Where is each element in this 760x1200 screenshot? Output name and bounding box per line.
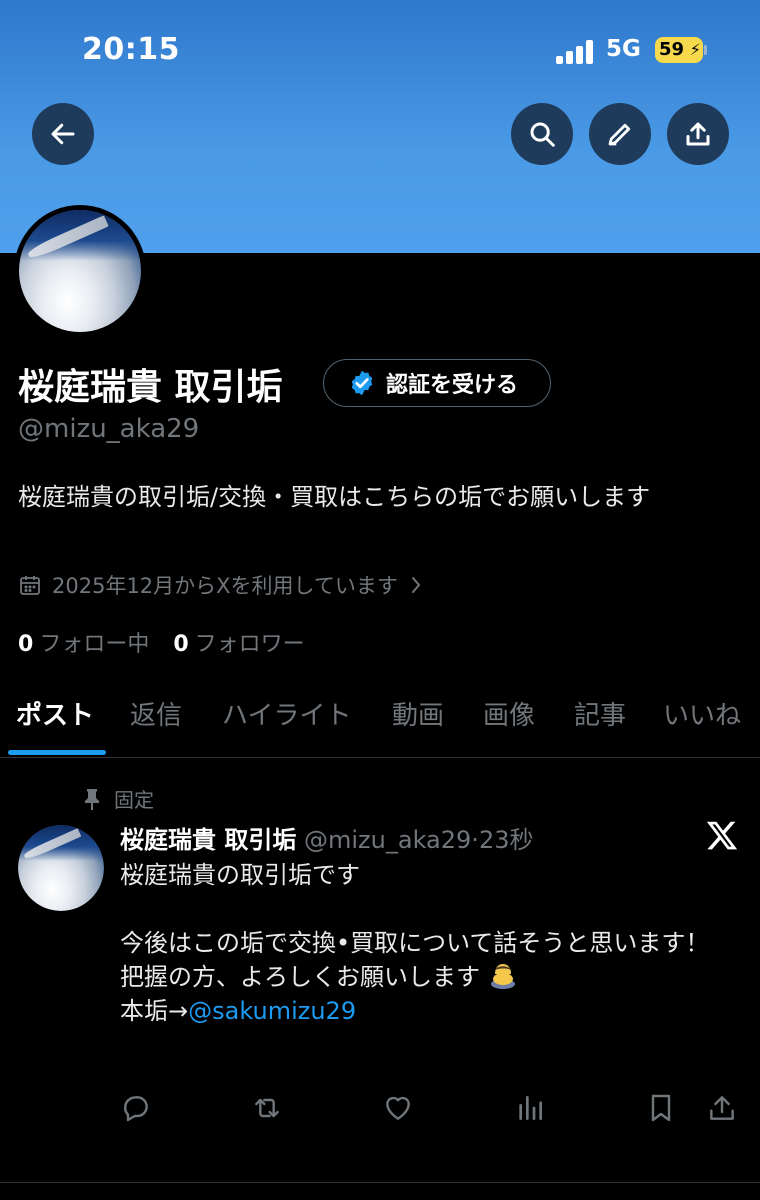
pencil-icon: [608, 123, 631, 146]
post-line-4-prefix: 本垢→: [120, 997, 189, 1025]
battery-level: 59: [659, 39, 685, 60]
followers-label: フォロワー: [194, 632, 305, 657]
arrow-left-icon: [51, 123, 75, 145]
share-upload-icon: [686, 122, 710, 146]
views-icon: [519, 1096, 542, 1120]
active-tab-indicator: [8, 750, 106, 755]
tab-photos[interactable]: 画像: [483, 692, 535, 758]
following-link[interactable]: 0 フォロー中: [18, 626, 149, 658]
share-button[interactable]: [667, 103, 729, 165]
search-icon: [530, 122, 555, 147]
share-icon: [710, 1096, 734, 1120]
repost-button[interactable]: [251, 1092, 287, 1128]
joined-label: 2025年12月からXを利用しています: [52, 574, 398, 598]
post-time[interactable]: 23秒: [479, 826, 534, 854]
post-line-3: 把握の方、よろしくお願いします: [120, 963, 480, 991]
mention-link[interactable]: @sakumizu29: [188, 997, 356, 1025]
bookmark-button[interactable]: [645, 1092, 681, 1128]
profile-name: 桜庭瑞貴 取引垢: [18, 367, 283, 408]
bowing-person-icon: [488, 960, 518, 990]
battery-icon: 59 ⚡: [655, 37, 703, 63]
back-button[interactable]: [32, 103, 94, 165]
post-header: 桜庭瑞貴 取引垢 @mizu_aka29·23秒: [120, 820, 533, 855]
profile-bio: 桜庭瑞貴の取引垢/交換・買取はこちらの垢でお願いします: [18, 483, 651, 511]
post-line-4: 本垢→@sakumizu29: [120, 994, 750, 1028]
tab-posts[interactable]: ポスト: [16, 692, 94, 758]
network-type: 5G: [606, 36, 641, 62]
pin-icon: [85, 788, 99, 810]
following-label: フォロー中: [39, 632, 150, 657]
charging-bolt-icon: ⚡: [689, 40, 701, 59]
post-author-handle[interactable]: @mizu_aka29: [304, 826, 471, 854]
search-button[interactable]: [511, 103, 573, 165]
divider: [0, 1182, 760, 1183]
verified-badge-icon: [351, 370, 373, 396]
verify-label: 認証を受ける: [386, 373, 519, 398]
post-line-3-wrap: 把握の方、よろしくお願いします: [120, 960, 750, 994]
reply-button[interactable]: [120, 1092, 156, 1128]
like-icon: [386, 1096, 410, 1120]
tab-videos[interactable]: 動画: [392, 692, 444, 758]
pinned-indicator: 固定: [82, 784, 154, 813]
battery-cap: [704, 45, 707, 55]
profile-avatar[interactable]: [14, 205, 146, 337]
views-button[interactable]: [514, 1092, 550, 1128]
tab-likes[interactable]: いいね: [663, 692, 741, 758]
post-actions: [0, 1092, 760, 1136]
bookmark-icon: [651, 1094, 671, 1122]
follow-stats: 0 フォロー中 0 フォロワー: [18, 626, 305, 658]
tab-highlights[interactable]: ハイライト: [222, 692, 351, 758]
post-text: 桜庭瑞貴の取引垢です 今後はこの垢で交換•買取について話そうと思います！ 把握の…: [120, 858, 750, 1028]
post-line-2: 今後はこの垢で交換•買取について話そうと思います！: [120, 929, 710, 957]
calendar-icon: [20, 576, 40, 595]
status-bar: 20:15 5G 59 ⚡: [0, 0, 760, 100]
signal-icon: [556, 40, 594, 64]
post-line-1: 桜庭瑞貴の取引垢です: [120, 861, 360, 889]
tab-articles[interactable]: 記事: [574, 692, 626, 758]
post-author-avatar[interactable]: [18, 825, 104, 911]
repost-icon: [255, 1098, 279, 1118]
followers-link[interactable]: 0 フォロワー: [173, 626, 304, 658]
tab-replies[interactable]: 返信: [130, 692, 182, 758]
pinned-label: 固定: [114, 788, 154, 812]
joined-date[interactable]: 2025年12月からXを利用しています: [18, 570, 424, 600]
following-count: 0: [18, 632, 34, 657]
edit-button[interactable]: [589, 103, 651, 165]
reply-icon: [124, 1096, 148, 1122]
avatar-image: [19, 210, 141, 332]
followers-count: 0: [173, 632, 189, 657]
status-time: 20:15: [82, 32, 180, 67]
profile-tabs: ポスト 返信 ハイライト 動画 画像 記事 いいね: [0, 692, 760, 758]
x-logo-icon: [706, 821, 738, 850]
profile-handle: @mizu_aka29: [18, 414, 200, 444]
post-separator: ·: [471, 826, 479, 854]
chevron-right-icon: [411, 577, 421, 593]
share-post-button[interactable]: [706, 1092, 742, 1128]
like-button[interactable]: [382, 1092, 418, 1128]
post-author-name[interactable]: 桜庭瑞貴 取引垢: [120, 826, 296, 854]
get-verified-button[interactable]: 認証を受ける: [323, 359, 551, 407]
avatar-image: [18, 825, 104, 911]
